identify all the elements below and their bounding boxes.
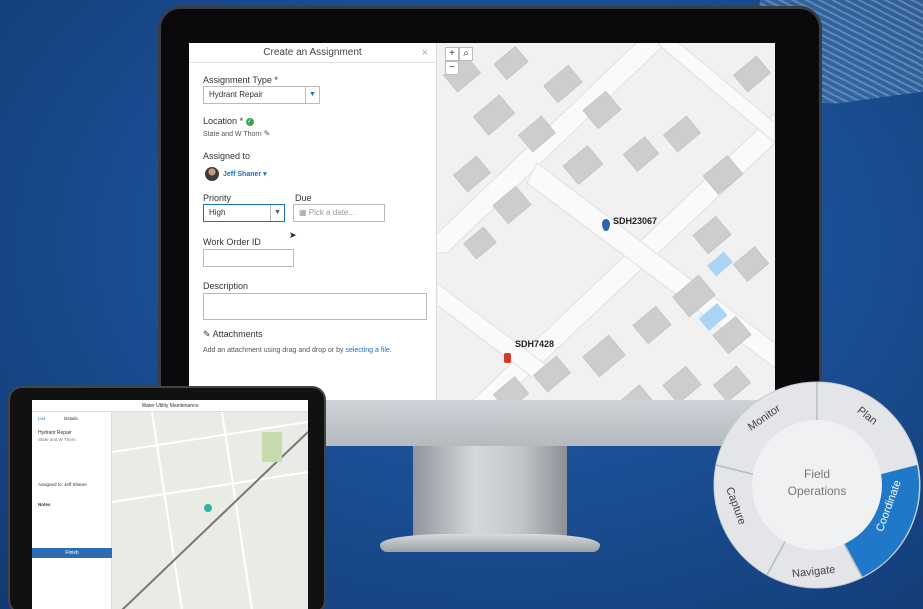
map-view[interactable]: + ⌕ − SDH23067 SDH7428 <box>437 43 775 415</box>
map-search-button[interactable]: ⌕ <box>459 47 473 61</box>
tablet-app-title: Water Utility Maintenance <box>141 403 199 409</box>
location-label: Location * ✓ <box>203 116 254 126</box>
pin-label-sdh7428: SDH7428 <box>515 339 555 349</box>
paperclip-icon: ✎ <box>203 329 211 339</box>
tablet-app-bar: Water Utility Maintenance <box>32 400 308 412</box>
field-operations-wheel: Field Operations Monitor Plan Coordinate… <box>712 380 922 590</box>
assignment-type-select[interactable]: Hydrant Repair ▼ <box>203 86 320 104</box>
description-textarea[interactable] <box>203 293 427 320</box>
chevron-down-icon: ▼ <box>270 205 284 221</box>
work-order-label: Work Order ID <box>203 237 261 247</box>
panel-header: Create an Assignment × <box>189 43 436 63</box>
pin-label-sdh23067: SDH23067 <box>613 216 658 226</box>
wheel-center: Field Operations <box>752 420 882 550</box>
tablet-map[interactable] <box>111 411 308 609</box>
calendar-icon: ▦ <box>299 208 307 217</box>
create-assignment-panel: Create an Assignment × Assignment Type *… <box>189 43 437 415</box>
assigned-line: Assigned to: Jeff Shaner <box>38 482 87 487</box>
mouse-cursor-icon: ➤ <box>289 230 297 240</box>
panel-title: Create an Assignment <box>263 47 362 58</box>
finish-button[interactable]: Finish <box>32 548 112 558</box>
priority-value: High <box>209 208 226 217</box>
back-link[interactable]: List <box>38 416 45 421</box>
due-label: Due <box>295 193 312 203</box>
zoom-in-button[interactable]: + <box>445 47 459 61</box>
edit-icon[interactable]: ✎ <box>264 129 271 138</box>
item-location: State and W Thorn <box>38 437 76 442</box>
assignment-type-value: Hydrant Repair <box>209 90 263 99</box>
caret-down-icon: ▾ <box>263 171 267 178</box>
avatar <box>205 167 219 181</box>
assignee-dropdown[interactable]: Jeff Shaner ▾ <box>223 170 267 178</box>
monitor-stand <box>413 446 567 542</box>
location-value: State and W Thorn ✎ <box>203 129 271 138</box>
hydrant-pin-icon[interactable] <box>504 353 511 363</box>
monitor-screen: Create an Assignment × Assignment Type *… <box>189 43 775 415</box>
item-title: Hydrant Repair <box>38 430 72 436</box>
monitor-base <box>380 534 600 552</box>
work-order-input[interactable] <box>203 249 294 267</box>
tablet-details-panel: List Details Hydrant Repair State and W … <box>32 412 112 609</box>
chevron-down-icon: ▼ <box>305 87 319 103</box>
close-icon[interactable]: × <box>422 43 428 63</box>
due-date-input[interactable]: ▦ Pick a date... <box>293 204 385 222</box>
attachments-hint: Add an attachment using drag and drop or… <box>203 347 392 354</box>
priority-label: Priority <box>203 193 232 203</box>
attachments-label: ✎ Attachments <box>203 329 263 339</box>
description-label: Description <box>203 281 249 291</box>
select-file-link[interactable]: selecting a file. <box>345 347 391 354</box>
priority-select[interactable]: High ▼ <box>203 204 285 222</box>
tablet-screen: Water Utility Maintenance List Details H… <box>32 400 308 609</box>
wheel-center-line2: Operations <box>787 484 847 498</box>
zoom-out-button[interactable]: − <box>445 61 459 75</box>
wheel-center-line1: Field <box>803 467 830 481</box>
tablet-device: Water Utility Maintenance List Details H… <box>8 386 326 609</box>
assignment-type-label: Assignment Type * <box>203 75 278 85</box>
details-title: Details <box>64 416 78 421</box>
tablet-map-lines <box>111 411 308 609</box>
zoom-controls: + ⌕ <box>445 47 473 61</box>
notes-label: Notes <box>38 502 51 507</box>
assigned-to-label: Assigned to <box>203 151 251 161</box>
check-icon: ✓ <box>245 117 254 126</box>
